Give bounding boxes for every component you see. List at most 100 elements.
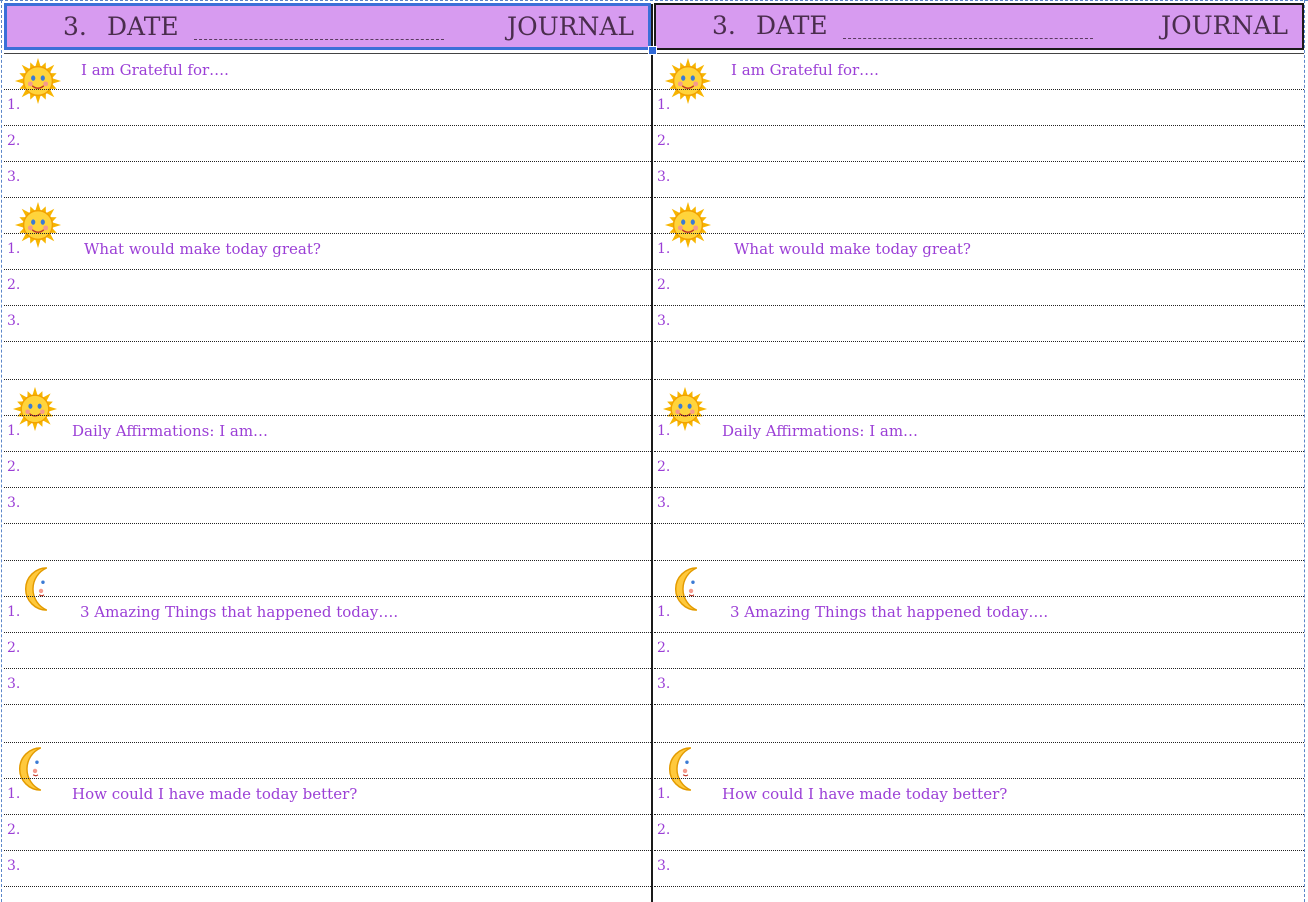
ruled-line (4, 596, 651, 597)
sun-icon (14, 201, 62, 253)
list-item-number[interactable]: 2. (657, 640, 670, 656)
section-title: I am Grateful for…. (81, 61, 229, 79)
list-item-number[interactable]: 1. (7, 786, 20, 802)
list-item-number[interactable]: 3. (657, 858, 670, 874)
ruled-line (4, 814, 651, 815)
list-item-number[interactable]: 3. (7, 495, 20, 511)
ruled-line (4, 305, 651, 306)
ruled-line (4, 704, 651, 705)
list-item-number[interactable]: 2. (657, 822, 670, 838)
page-edge-right (1304, 0, 1305, 902)
section-title: Daily Affirmations: I am… (72, 422, 269, 440)
ruled-line (654, 89, 1304, 90)
section-title: Daily Affirmations: I am… (722, 422, 919, 440)
ruled-line (654, 53, 1304, 54)
list-item-number[interactable]: 3. (7, 676, 20, 692)
ruled-line (4, 523, 651, 524)
ruled-line (4, 341, 651, 342)
entry-number: 3. (712, 11, 736, 40)
list-item-number[interactable]: 3. (7, 858, 20, 874)
selection-resize-handle[interactable] (648, 46, 657, 55)
page-edge-left (1, 0, 2, 902)
ruled-line (654, 523, 1304, 524)
ruled-line (654, 632, 1304, 633)
list-item-number[interactable]: 2. (7, 640, 20, 656)
journal-page-left: 3. DATE JOURNAL I am Grateful for…. 1. 2. 3… (4, 0, 651, 902)
date-blank-line (843, 38, 1093, 39)
ruled-line (4, 89, 651, 90)
list-item-number[interactable]: 3. (7, 313, 20, 329)
ruled-line (4, 125, 651, 126)
ruled-line (654, 886, 1304, 887)
list-item-number[interactable]: 2. (7, 133, 20, 149)
section-title: How could I have made today better? (722, 785, 1008, 803)
section-title: 3 Amazing Things that happened today…. (730, 603, 1049, 621)
date-label: DATE (107, 12, 179, 41)
journal-header[interactable]: 3. DATE JOURNAL (4, 3, 651, 50)
list-item-number[interactable]: 3. (657, 169, 670, 185)
list-item-number[interactable]: 1. (657, 604, 670, 620)
column-divider (651, 4, 653, 902)
list-item-number[interactable]: 2. (657, 459, 670, 475)
section-title: What would make today great? (734, 240, 971, 258)
list-item-number[interactable]: 1. (7, 241, 20, 257)
list-item-number[interactable]: 1. (657, 241, 670, 257)
list-item-number[interactable]: 1. (657, 786, 670, 802)
list-item-number[interactable]: 1. (657, 423, 670, 439)
ruled-line (4, 379, 651, 380)
ruled-line (4, 415, 651, 416)
ruled-line (4, 850, 651, 851)
section-title: 3 Amazing Things that happened today…. (80, 603, 399, 621)
ruled-line (4, 778, 651, 779)
ruled-line (654, 305, 1304, 306)
ruled-line (654, 161, 1304, 162)
ruled-line (654, 197, 1304, 198)
section-title: I am Grateful for…. (731, 61, 879, 79)
moon-icon (18, 565, 66, 617)
list-item-number[interactable]: 1. (657, 97, 670, 113)
ruled-line (654, 850, 1304, 851)
list-item-number[interactable]: 3. (7, 169, 20, 185)
sun-icon (14, 57, 62, 109)
list-item-number[interactable]: 2. (7, 459, 20, 475)
journal-page-right: 3. DATE JOURNAL I am Grateful for…. 1. 2. 3… (654, 0, 1304, 902)
ruled-line (654, 269, 1304, 270)
list-item-number[interactable]: 3. (657, 313, 670, 329)
ruled-line (4, 451, 651, 452)
moon-icon (668, 565, 716, 617)
ruled-line (4, 269, 651, 270)
ruled-line (4, 487, 651, 488)
list-item-number[interactable]: 3. (657, 495, 670, 511)
entry-number: 3. (63, 12, 87, 41)
list-item-number[interactable]: 1. (7, 423, 20, 439)
date-label: DATE (756, 11, 828, 40)
journal-label: JOURNAL (507, 12, 634, 41)
ruled-line (654, 125, 1304, 126)
list-item-number[interactable]: 2. (657, 133, 670, 149)
section-title: How could I have made today better? (72, 785, 358, 803)
ruled-line (4, 197, 651, 198)
ruled-line (654, 379, 1304, 380)
ruled-line (654, 814, 1304, 815)
ruled-line (654, 233, 1304, 234)
ruled-line (4, 53, 651, 54)
ruled-line (4, 742, 651, 743)
ruled-line (4, 560, 651, 561)
ruled-line (4, 161, 651, 162)
list-item-number[interactable]: 2. (657, 277, 670, 293)
list-item-number[interactable]: 1. (7, 604, 20, 620)
date-blank-line (194, 39, 444, 40)
ruled-line (654, 487, 1304, 488)
journal-header[interactable]: 3. DATE JOURNAL (654, 3, 1304, 50)
section-title: What would make today great? (84, 240, 321, 258)
ruled-line (654, 560, 1304, 561)
ruled-line (654, 668, 1304, 669)
ruled-line (654, 742, 1304, 743)
list-item-number[interactable]: 2. (7, 822, 20, 838)
ruled-line (654, 778, 1304, 779)
list-item-number[interactable]: 1. (7, 97, 20, 113)
ruled-line (4, 668, 651, 669)
list-item-number[interactable]: 2. (7, 277, 20, 293)
list-item-number[interactable]: 3. (657, 676, 670, 692)
ruled-line (654, 415, 1304, 416)
